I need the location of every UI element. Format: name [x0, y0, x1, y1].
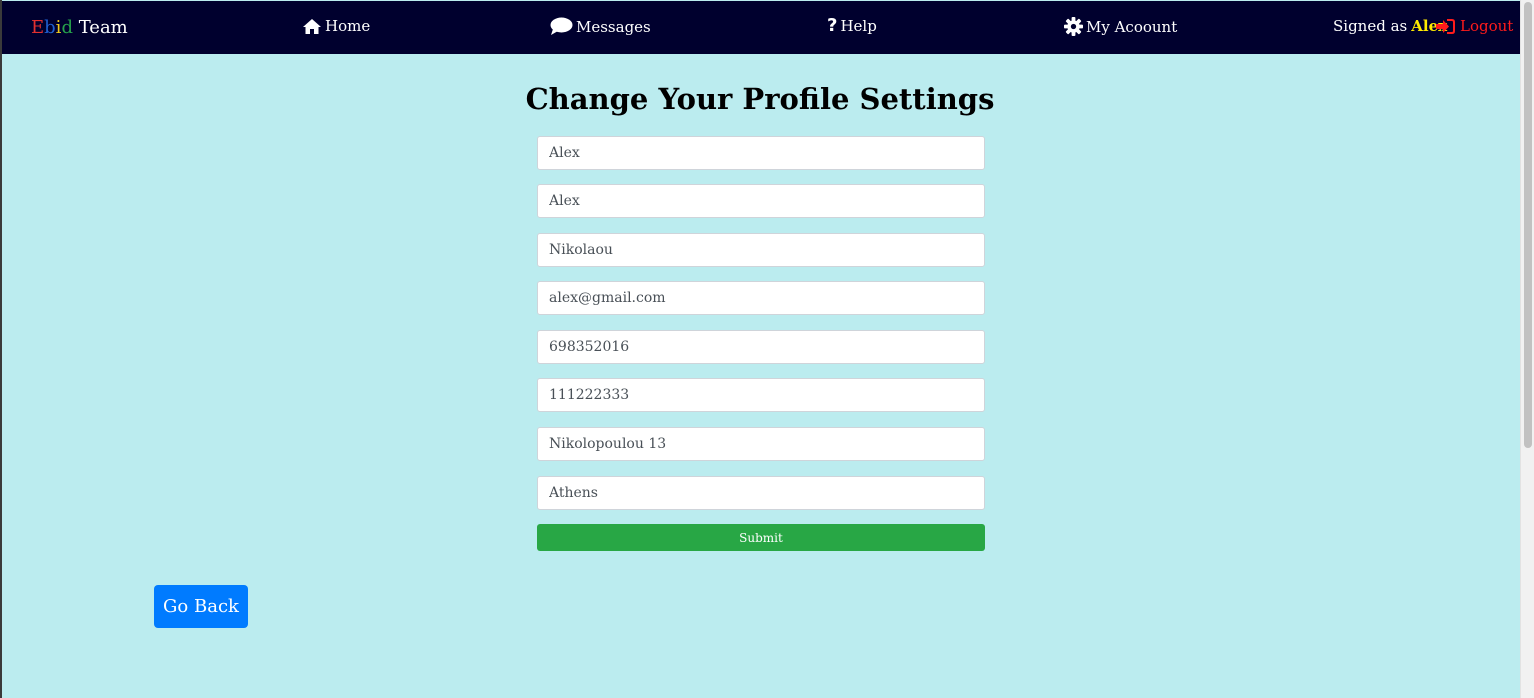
- go-back-button[interactable]: Go Back: [154, 585, 248, 628]
- nav-home[interactable]: Home: [302, 17, 370, 35]
- first-name-field[interactable]: [537, 184, 985, 218]
- brand-team-text: Team: [72, 17, 128, 38]
- nav-help-label: Help: [840, 17, 877, 35]
- submit-button[interactable]: Submit: [537, 524, 985, 551]
- page-title: Change Your Profile Settings: [525, 82, 995, 116]
- username-field[interactable]: [537, 136, 985, 170]
- logout-link[interactable]: Logout: [1435, 17, 1513, 35]
- nav-messages[interactable]: Messages: [550, 17, 651, 36]
- signed-in-status: Signed as Alex: [1333, 17, 1447, 35]
- city-field[interactable]: [537, 476, 985, 510]
- comment-icon: [550, 17, 573, 36]
- vertical-scrollbar[interactable]: [1520, 0, 1534, 698]
- question-icon: ?: [827, 15, 838, 36]
- nav-home-label: Home: [325, 17, 371, 35]
- signed-as-label: Signed as: [1333, 17, 1408, 35]
- nav-my-account-label: My Acoount: [1086, 17, 1178, 36]
- nav-messages-label: Messages: [576, 17, 651, 36]
- brand-logo[interactable]: Ebid Team: [31, 17, 128, 38]
- address-field[interactable]: [537, 427, 985, 461]
- brand-letter-e: E: [31, 17, 45, 38]
- sign-in-icon: [1435, 18, 1456, 35]
- brand-letter-b: b: [44, 17, 56, 38]
- tax-id-field[interactable]: [537, 378, 985, 412]
- phone-field[interactable]: [537, 330, 985, 364]
- brand-letter-d: d: [61, 17, 73, 38]
- gear-icon: [1064, 17, 1083, 36]
- nav-my-account[interactable]: My Acoount: [1064, 17, 1177, 36]
- home-icon: [302, 18, 322, 35]
- top-navbar: Ebid Team Home Messages ? Help My Acooun…: [2, 1, 1520, 54]
- scrollbar-thumb[interactable]: [1524, 2, 1532, 448]
- email-field[interactable]: [537, 281, 985, 315]
- last-name-field[interactable]: [537, 233, 985, 267]
- nav-help[interactable]: ? Help: [827, 15, 877, 36]
- logout-label: Logout: [1460, 17, 1514, 35]
